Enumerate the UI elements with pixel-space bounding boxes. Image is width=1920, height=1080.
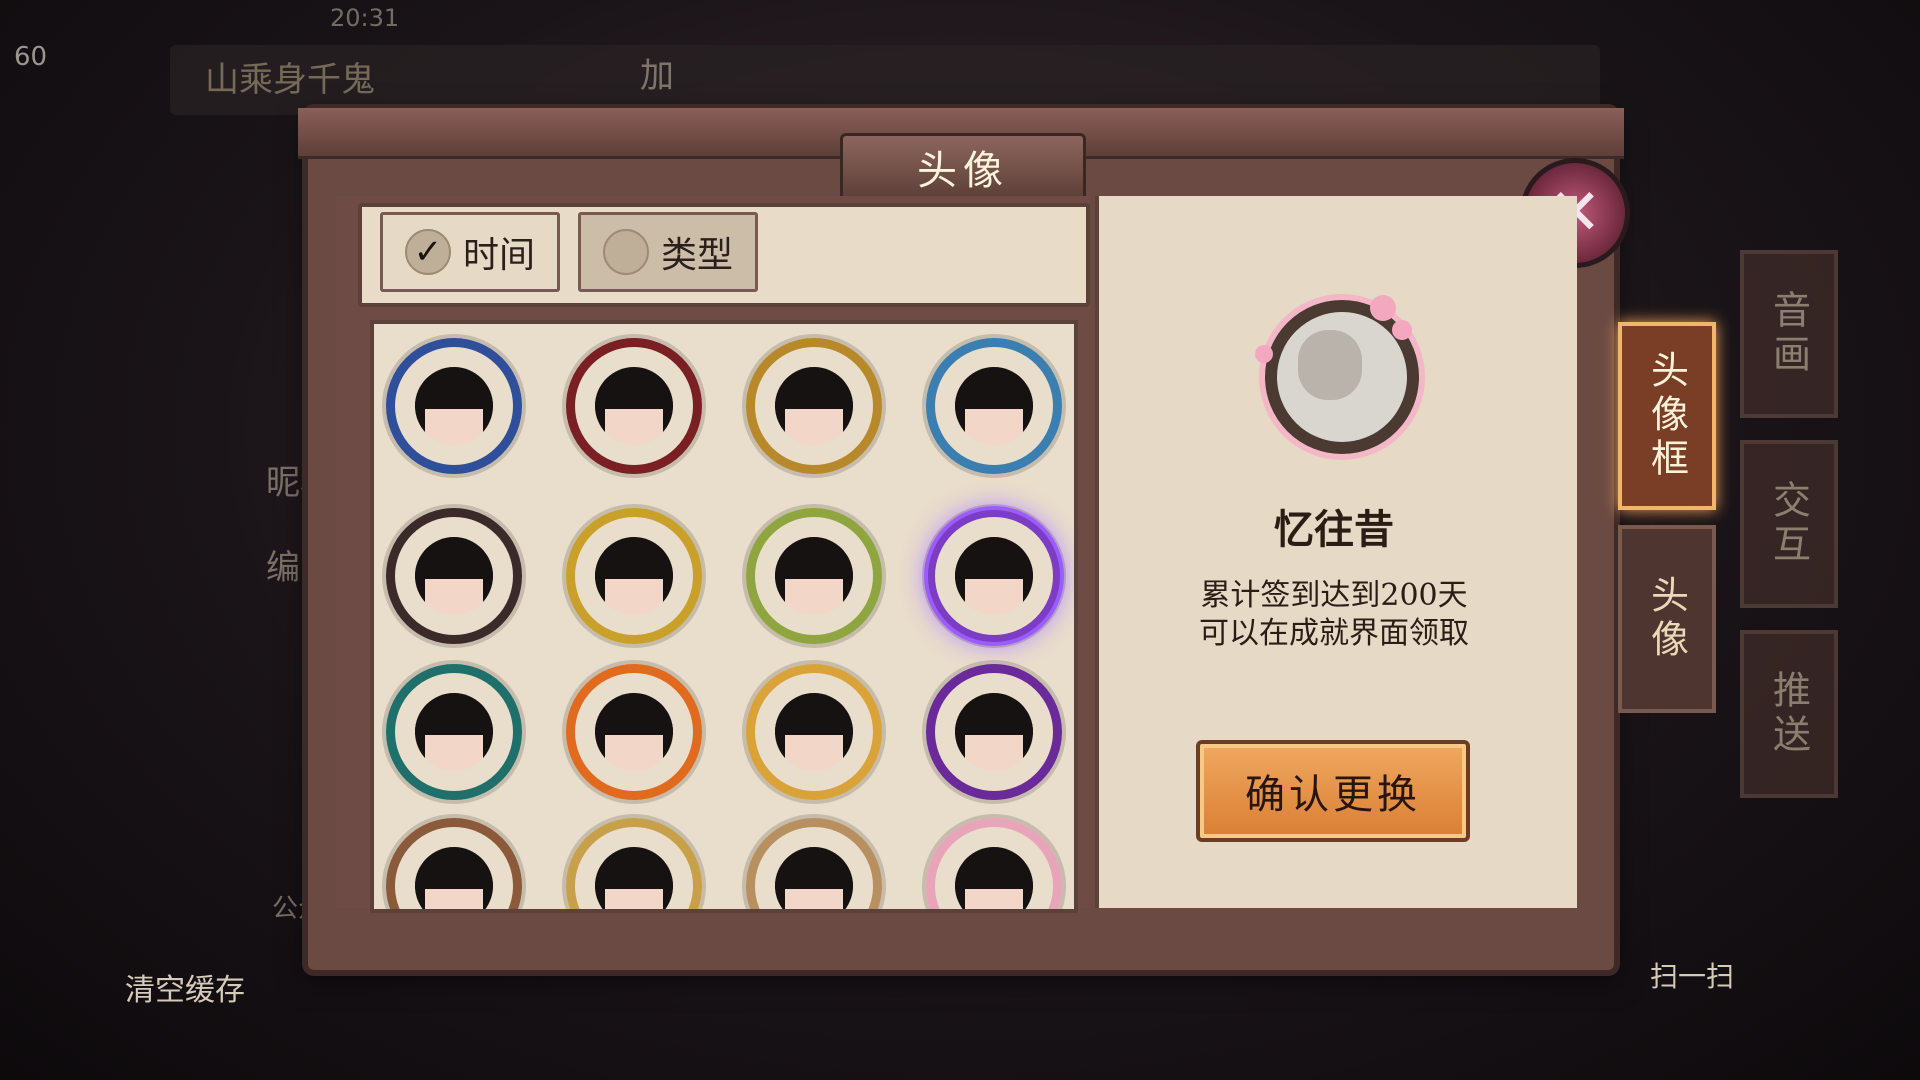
sakura-icon — [1392, 320, 1412, 340]
sort-tab-label: 时间 — [462, 235, 535, 276]
sakura-icon — [1370, 295, 1396, 321]
avatar-face — [955, 537, 1033, 615]
frame-ring — [566, 338, 702, 474]
avatar-face — [415, 693, 493, 771]
mail-icon[interactable] — [1550, 90, 1551, 91]
avatar-frame-item[interactable] — [924, 816, 1064, 909]
frame-ring — [746, 338, 882, 474]
frame-ring — [926, 818, 1062, 909]
player-level: 60 — [14, 42, 48, 72]
avatar-face — [595, 367, 673, 445]
avatar-frame-item[interactable] — [384, 662, 524, 802]
avatar-face — [415, 847, 493, 909]
avatar-face — [775, 537, 853, 615]
avatar-frame-item[interactable] — [564, 662, 704, 802]
avatar-face — [415, 537, 493, 615]
avatar-frame-item[interactable] — [564, 336, 704, 476]
avatar-frame-item[interactable] — [744, 506, 884, 646]
avatar-face — [595, 693, 673, 771]
avatar-frame-item[interactable] — [924, 662, 1064, 802]
avatar-frame-item[interactable] — [564, 816, 704, 909]
frame-ring — [746, 508, 882, 644]
avatar-face — [595, 537, 673, 615]
frame-ring — [926, 664, 1062, 800]
sakura-icon — [1255, 345, 1273, 363]
avatar-frame-grid[interactable] — [370, 320, 1078, 913]
status-time: 20:31 — [330, 4, 400, 32]
avatar-frame-item[interactable] — [924, 336, 1064, 476]
check-icon: ✓ — [404, 229, 451, 275]
avatar-frame-item[interactable] — [384, 816, 524, 909]
panel-title: 头像 — [840, 133, 1086, 201]
avatar-photo — [1298, 330, 1362, 400]
avatar-frame-item[interactable] — [744, 336, 884, 476]
avatar-face — [955, 367, 1033, 445]
frame-ring — [746, 664, 882, 800]
radio-icon — [602, 229, 649, 275]
avatar-frame-item[interactable] — [744, 816, 884, 909]
frame-desc-line2: 可以在成就界面领取 — [1199, 616, 1469, 651]
avatar-frame-item[interactable] — [384, 336, 524, 476]
frame-ring — [566, 508, 702, 644]
avatar-frame-item[interactable] — [384, 506, 524, 646]
tab-avatar-frame[interactable]: 头像框 — [1618, 322, 1716, 510]
avatar-face — [595, 847, 673, 909]
avatar-face — [775, 367, 853, 445]
sort-tab-type[interactable]: 类型 — [578, 212, 758, 292]
avatar-frame-item[interactable] — [744, 662, 884, 802]
frame-ring — [566, 818, 702, 909]
avatar-face — [415, 367, 493, 445]
frame-ring — [386, 818, 522, 909]
avatar-face — [955, 693, 1033, 771]
tab-push[interactable]: 推送 — [1740, 630, 1838, 798]
frame-ring — [926, 508, 1062, 644]
frame-ring — [386, 664, 522, 800]
avatar-face — [955, 847, 1033, 909]
avatar-frame-item[interactable] — [924, 506, 1064, 646]
add-friend-label: 加 — [640, 56, 674, 96]
avatar-face — [775, 693, 853, 771]
tab-interaction[interactable]: 交互 — [1740, 440, 1838, 608]
sort-tab-time[interactable]: ✓ 时间 — [380, 212, 560, 292]
player-name: 山乘身千鬼 — [205, 60, 375, 100]
frame-ring — [386, 508, 522, 644]
frame-ring — [746, 818, 882, 909]
tab-avatar[interactable]: 头像 — [1618, 525, 1716, 713]
scan-button[interactable]: 扫一扫 — [1650, 955, 1734, 995]
frame-ring — [926, 338, 1062, 474]
avatar-face — [775, 847, 853, 909]
frame-name: 忆往昔 — [1274, 506, 1394, 553]
tab-audio-visual[interactable]: 音画 — [1740, 250, 1838, 418]
frame-ring — [386, 338, 522, 474]
confirm-change-button[interactable]: 确认更换 — [1196, 740, 1470, 842]
top-bar-background — [170, 45, 1600, 115]
clear-cache-button[interactable]: 清空缓存 — [125, 965, 245, 1009]
avatar-frame-item[interactable] — [564, 506, 704, 646]
sort-tab-label: 类型 — [660, 235, 733, 276]
frame-ring — [566, 664, 702, 800]
